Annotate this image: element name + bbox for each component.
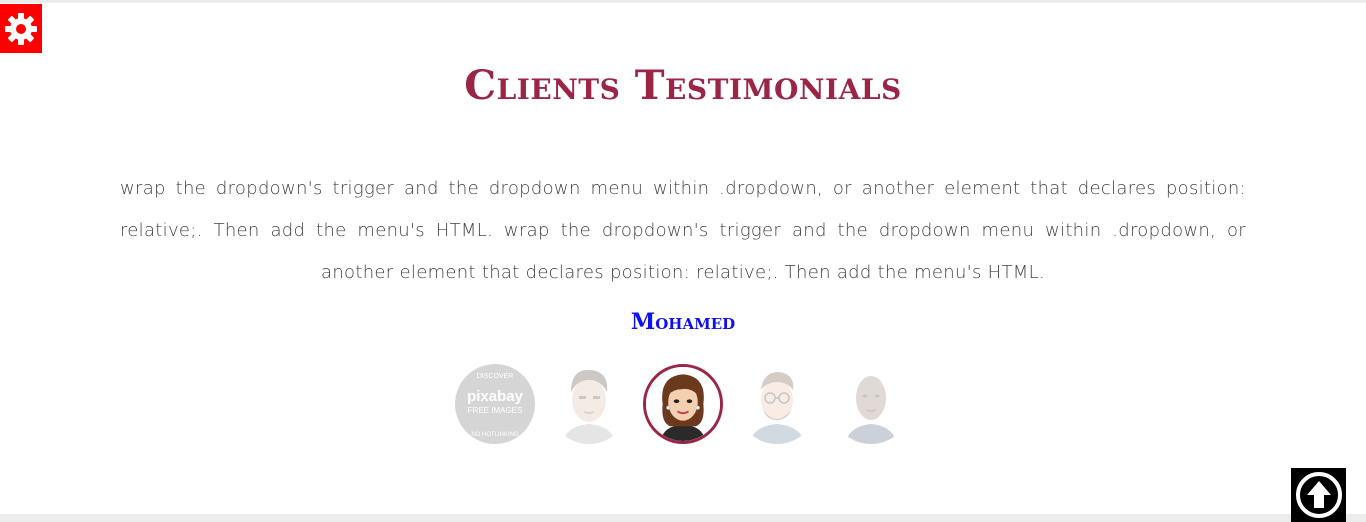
- scroll-to-top-button[interactable]: [1291, 468, 1346, 522]
- testimonial-text: wrap the dropdown's trigger and the drop…: [120, 178, 1246, 283]
- top-divider: [0, 0, 1366, 3]
- pixabay-brand-text: pixabay: [467, 388, 523, 405]
- avatar-woman-cartoon[interactable]: [643, 364, 723, 444]
- man-glasses-cartoon-image: [737, 364, 817, 444]
- avatar-man-cartoon[interactable]: [549, 364, 629, 444]
- woman-cartoon-image: [646, 367, 720, 441]
- avatar-bald-man-photo[interactable]: [831, 364, 911, 444]
- bottom-divider: [0, 514, 1366, 522]
- pixabay-sub-text: FREE IMAGES: [467, 406, 523, 415]
- pixabay-bottom-text: NO HOTLINKING: [471, 432, 519, 438]
- arrow-up-circle-icon: [1295, 472, 1342, 518]
- client-name: Mohamed: [630, 309, 736, 335]
- pixabay-top-text: DISCOVER: [476, 373, 514, 380]
- section-title: Clients Testimonials: [464, 62, 902, 109]
- settings-button[interactable]: [0, 4, 42, 53]
- man-cartoon-image: [549, 364, 629, 444]
- gear-icon: [5, 12, 37, 45]
- bald-man-photo-image: [831, 364, 911, 444]
- avatar-pixabay-placeholder[interactable]: DISCOVER pixabay FREE IMAGES NO HOTLINKI…: [455, 364, 535, 444]
- avatar-carousel: DISCOVER pixabay FREE IMAGES NO HOTLINKI…: [455, 364, 915, 444]
- avatar-man-glasses-cartoon[interactable]: [737, 364, 817, 444]
